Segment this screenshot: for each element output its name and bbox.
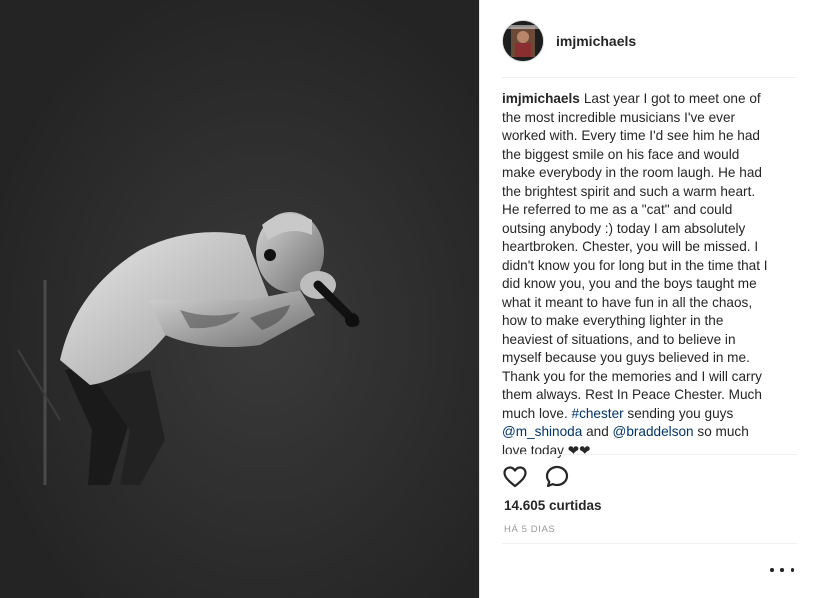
caption-username[interactable]: imjmichaels xyxy=(502,91,580,106)
likes-count[interactable]: 14.605 curtidas xyxy=(504,498,602,513)
post-photo[interactable] xyxy=(0,0,479,598)
more-options-icon xyxy=(770,568,774,572)
header-username[interactable]: imjmichaels xyxy=(556,33,636,49)
comment-button[interactable] xyxy=(544,464,570,490)
post-caption: imjmichaels Last year I got to meet one o… xyxy=(502,90,774,460)
post-header: imjmichaels xyxy=(502,16,797,66)
like-button[interactable] xyxy=(502,464,528,490)
footer-divider xyxy=(502,543,797,544)
mention-link-m-shinoda[interactable]: @m_shinoda xyxy=(502,424,582,439)
avatar-image xyxy=(503,21,543,61)
caption-text-and: and xyxy=(582,424,613,439)
more-options-icon xyxy=(780,568,784,572)
caption-text: Last year I got to meet one of the most … xyxy=(502,91,768,421)
hashtag-link[interactable]: #chester xyxy=(572,406,624,421)
mention-link-braddelson[interactable]: @braddelson xyxy=(613,424,694,439)
header-divider xyxy=(502,77,797,78)
more-options-button[interactable] xyxy=(770,560,794,580)
heart-outline-icon xyxy=(503,466,527,488)
comment-bubble-icon xyxy=(545,465,569,488)
caption-text-middle: sending you guys xyxy=(623,405,734,421)
actions-divider xyxy=(502,454,797,455)
avatar[interactable] xyxy=(502,20,544,62)
post-timestamp[interactable]: HÁ 5 DIAS xyxy=(504,524,555,535)
post-photo-image xyxy=(0,0,479,598)
post-details-panel: imjmichaels imjmichaels Last year I got t… xyxy=(479,0,815,598)
more-options-icon xyxy=(790,568,794,572)
post-actions xyxy=(502,462,586,492)
